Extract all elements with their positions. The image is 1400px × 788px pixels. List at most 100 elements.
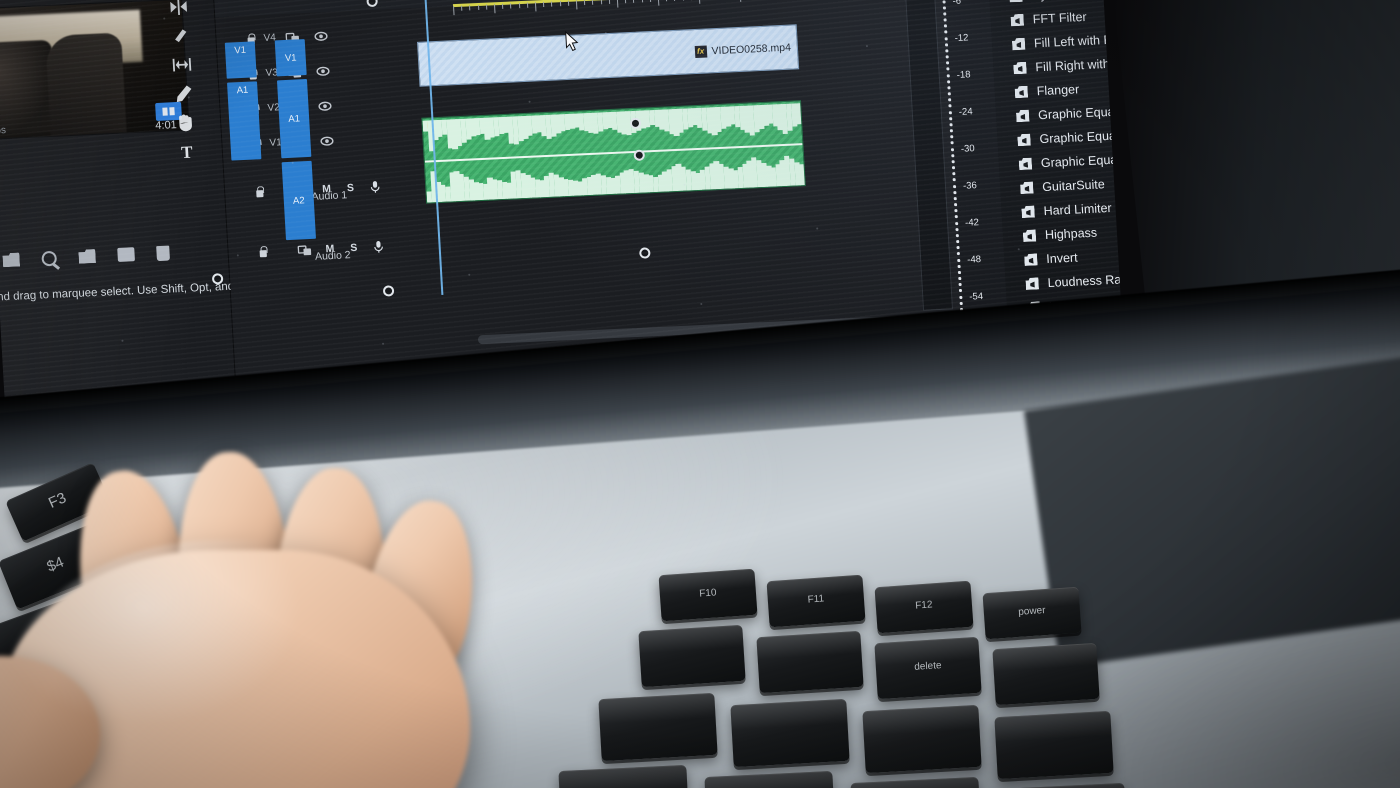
audio-clip[interactable]: fx [421,100,806,204]
solo-button[interactable]: S [350,242,358,254]
hand-tool[interactable] [174,113,197,132]
meter-tick-dot [946,74,950,77]
meter-tick-dot [954,203,957,206]
source-track-chip[interactable]: V1 [274,39,307,77]
track-output-icon[interactable] [315,64,331,77]
type-tool[interactable]: T [175,142,198,161]
track-output-icon[interactable] [317,99,333,112]
audio-track-label: Audio 2 [314,249,351,263]
effect-name: GuitarSuite [1041,177,1106,195]
meter-tick-dot [947,92,951,95]
meter-tick-dot [945,61,949,64]
source-track-chip[interactable]: A1 [276,78,312,159]
meter-tick-label: -12 [954,32,969,44]
lock-icon[interactable] [258,246,268,258]
snap-markers-icon[interactable] [235,0,255,1]
sync-lock-icon[interactable] [297,244,313,257]
meter-tick-label: -54 [969,290,984,303]
meter-tick-dot [949,129,953,132]
keyboard-key[interactable] [862,704,982,774]
meter-tick-dot [948,111,952,114]
waveform-bar [798,164,806,186]
meter-tick-label: -42 [964,217,980,229]
keyboard-key[interactable]: F12 [874,580,974,634]
track-output-icon[interactable] [313,29,329,42]
meter-tick-dot [953,197,957,200]
source-track-chip[interactable]: A1 [227,81,262,161]
source-track-chip[interactable]: V1 [224,41,257,79]
waveform-bar [795,103,802,124]
meter-tick-dot [957,270,961,274]
new-bin-icon[interactable] [78,249,96,264]
thumbnail-person [45,32,127,136]
meter-tick-dot [942,0,946,4]
list-view-icon[interactable] [2,252,20,267]
key-gloss [992,642,1100,706]
source-track-chip[interactable]: A2 [281,160,317,241]
new-item-icon[interactable] [117,247,135,262]
solo-button[interactable]: S [347,182,355,194]
meter-tick-dot [957,258,960,262]
meter-tick-dot [959,295,962,299]
audio-effect-icon [1012,38,1026,51]
video-clip-name: VIDEO0258.mp4 [711,41,792,57]
razor-tool[interactable] [169,26,192,45]
audio-master-meters[interactable]: 0-6-12-18-24-30-36-42-48-54dB [897,0,994,333]
project-panel-footer [0,233,229,278]
audio-effect-icon [1024,253,1038,266]
meter-tick-dot [952,178,956,181]
meter-tick-dot [945,49,948,52]
meter-tick-dot [943,12,946,16]
audio-effect-icon [1016,110,1030,123]
effect-name: FFT Filter [1032,9,1087,27]
keyboard-key[interactable]: power [982,586,1082,640]
mouse-cursor [565,30,579,52]
keyboard-key[interactable] [730,698,850,768]
meter-tick-dot [951,154,954,157]
meter-tick-label: -18 [956,69,971,81]
meter-tick-dot [955,222,958,225]
meter-tick-dot [942,6,946,10]
scroll-handle-left[interactable] [382,285,395,297]
pen-tool[interactable] [172,84,195,103]
voice-over-record-icon[interactable] [373,240,384,254]
keyboard-key[interactable]: F11 [766,574,866,628]
keyboard-key[interactable] [992,642,1100,706]
effect-name: Flanger [1036,82,1080,99]
key-gloss [850,776,982,788]
keyboard-key[interactable] [996,782,1128,788]
keyboard-key[interactable]: delete [874,636,982,700]
timeline-toolbar[interactable] [235,0,407,1]
meter-tick-dot [944,30,947,33]
meter-tick-dot [943,18,947,21]
meter-tick-dot [950,135,953,138]
meter-tick-dot [951,166,955,169]
meter-tick-dot [943,24,947,27]
keyboard-key[interactable] [756,630,864,694]
voice-over-record-icon[interactable] [370,180,381,194]
meter-tick-dot [952,185,956,188]
timeline-tracks[interactable]: fx VIDEO0258.mp4 fx [415,0,892,307]
lock-icon[interactable] [255,186,265,198]
keyboard-key[interactable] [994,710,1114,780]
track-output-icon[interactable] [319,134,335,147]
keyboard-key[interactable] [850,776,982,788]
meter-tick-dot [958,276,961,280]
meter-tick-label: -30 [960,143,976,155]
video-clip[interactable]: fx VIDEO0258.mp4 [417,24,800,87]
meter-tick-dot [947,86,951,89]
user-hand [0,430,740,788]
meter-tick-dot [944,43,948,46]
meter-tick-dot [958,282,962,286]
ripple-edit-tool[interactable] [167,0,190,16]
meter-tick-dot [948,98,951,101]
audio-effect-icon [1020,182,1034,195]
key-gloss [756,630,864,694]
trash-icon[interactable] [156,245,170,261]
slip-tool[interactable] [170,55,193,74]
meter-tick-dot [954,215,958,218]
audio-effect-icon [1013,62,1027,75]
meter-tick-dot [957,264,961,268]
meter-tick-dot [950,141,954,144]
search-icon[interactable] [41,250,58,266]
